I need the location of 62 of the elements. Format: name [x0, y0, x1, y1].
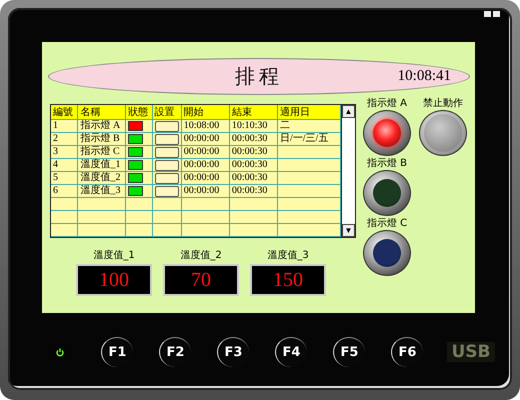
light-label: 指示燈 B — [366, 156, 408, 170]
usb-port: USB — [447, 342, 495, 362]
function-key[interactable]: F2 — [159, 337, 191, 367]
temperature-label: 溫度值_1 — [93, 248, 135, 262]
table-cell: 00:00:30 — [229, 146, 278, 158]
table-cell: 00:00:00 — [181, 158, 230, 172]
column-header: 名稱 — [78, 105, 126, 120]
set-button[interactable] — [154, 186, 179, 196]
disable-button[interactable] — [419, 110, 467, 156]
table-cell: 二 — [277, 120, 340, 132]
table-cell: 5 — [51, 172, 78, 184]
table-cell: 00:00:00 — [181, 146, 230, 158]
column-header: 編號 — [51, 105, 78, 120]
temperature-display: 70 — [163, 264, 239, 296]
function-key[interactable]: F3 — [217, 337, 249, 367]
screen-title: 排程 — [235, 63, 283, 90]
light-label: 指示燈 C — [366, 216, 408, 230]
table-cell: 溫度值_1 — [78, 158, 126, 172]
table-cell: 00:00:00 — [181, 132, 230, 146]
table-cell: 00:00:00 — [181, 184, 230, 198]
scroll-up-button[interactable]: ▲ — [342, 105, 355, 118]
temperature-label: 溫度值_3 — [267, 248, 309, 262]
table-cell: 指示燈 B — [78, 132, 126, 146]
temperature-label: 溫度值_2 — [180, 248, 222, 262]
table-cell: 00:00:30 — [229, 132, 278, 146]
table-cell: 10:10:30 — [229, 120, 278, 132]
clock: 10:08:41 — [398, 68, 451, 85]
table-cell: 00:00:30 — [229, 172, 278, 184]
squares-icon — [484, 11, 500, 17]
table-cell: 00:00:30 — [229, 158, 278, 172]
column-header: 結束 — [229, 105, 278, 120]
temperature-display: 150 — [250, 264, 326, 296]
table-cell: 4 — [51, 158, 78, 172]
set-button[interactable] — [154, 120, 179, 132]
scroll-down-button[interactable]: ▼ — [342, 224, 355, 237]
table-cell: 指示燈 A — [78, 120, 126, 132]
table-cell: 2 — [51, 132, 78, 146]
table-cell: 00:00:30 — [229, 184, 278, 198]
table-cell: 1 — [51, 120, 78, 132]
table-cell: 3 — [51, 146, 78, 158]
light-label: 指示燈 A — [366, 96, 408, 110]
table-cell: 指示燈 C — [78, 146, 126, 158]
table-cell: 日/一/三/五 — [277, 132, 340, 146]
column-header: 設置 — [152, 105, 182, 120]
column-header: 開始 — [181, 105, 230, 120]
set-button[interactable] — [154, 172, 179, 184]
column-header: 狀態 — [125, 105, 152, 120]
table-cell: 6 — [51, 184, 78, 198]
set-button[interactable] — [154, 160, 179, 170]
function-key[interactable]: F4 — [275, 337, 307, 367]
function-key[interactable]: F6 — [391, 337, 423, 367]
set-button[interactable] — [154, 146, 179, 158]
function-key[interactable]: F5 — [333, 337, 365, 367]
set-button[interactable] — [154, 134, 179, 144]
table-cell: 10:08:00 — [181, 120, 230, 132]
function-key[interactable]: F1 — [101, 337, 133, 367]
temperature-display: 100 — [76, 264, 152, 296]
table-cell: 00:00:00 — [181, 172, 230, 184]
table-cell: 溫度值_3 — [78, 184, 126, 198]
button-label: 禁止動作 — [423, 96, 463, 110]
column-header: 適用日 — [277, 105, 340, 120]
table-cell: 溫度值_2 — [78, 172, 126, 184]
